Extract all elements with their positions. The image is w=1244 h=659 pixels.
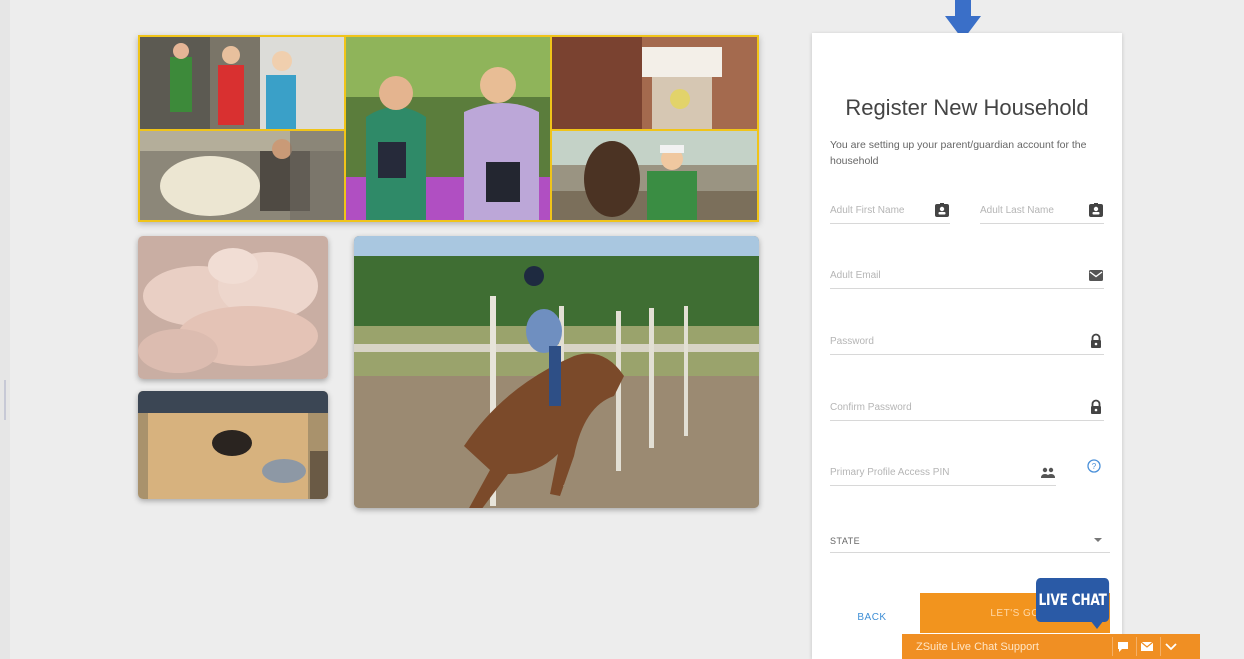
photo-collage [138,35,759,222]
intro-text: You are setting up your parent/guardian … [830,139,1087,167]
people-icon [1041,467,1055,478]
contact-card-icon [1089,203,1103,217]
confirm-password-field [830,395,1104,421]
photo-award-winners [346,37,550,220]
photo-chef [552,37,757,129]
photo-horse-boy [552,131,757,220]
chevron-down-icon[interactable] [1160,637,1180,656]
mail-icon [1089,270,1103,281]
lock-icon [1091,333,1101,348]
left-edge-mark [4,380,6,420]
left-edge [0,0,10,659]
live-chat-bar[interactable]: ZSuite Live Chat Support [902,634,1200,659]
first-name-input[interactable] [830,198,926,222]
photo-sheep-show [140,131,344,220]
chat-bubble-icon[interactable] [1112,637,1132,656]
last-name-field [980,198,1104,224]
svg-text:?: ? [1092,462,1097,471]
live-chat-badge[interactable]: LIVE CHAT [1036,578,1110,622]
live-chat-badge-tail [1090,620,1104,629]
help-icon[interactable]: ? [1086,458,1102,474]
collage-divider-v2 [550,37,552,220]
email-field [830,263,1104,289]
password-input[interactable] [830,329,1050,353]
pin-field [830,460,1056,486]
collage-divider-v1 [344,37,346,220]
photo-piglets [138,236,328,379]
page-title: Register New Household [845,95,1089,120]
last-name-input[interactable] [980,198,1080,222]
state-select[interactable]: STATE [830,529,1110,553]
back-button[interactable]: BACK [842,604,902,630]
photo-shooting-target [138,391,328,499]
confirm-password-input[interactable] [830,395,1050,419]
lock-icon [1091,399,1101,414]
password-field [830,329,1104,355]
state-label: STATE [830,536,861,546]
first-name-field [830,198,950,224]
pin-input[interactable] [830,460,1011,484]
contact-card-icon [935,203,949,217]
live-chat-bar-label: ZSuite Live Chat Support [916,641,1039,653]
chevron-down-icon [1094,538,1102,542]
mail-icon[interactable] [1136,637,1156,656]
photo-barrel-racing [354,236,759,508]
photo-kids-barn [140,37,344,129]
email-input[interactable] [830,263,1050,287]
